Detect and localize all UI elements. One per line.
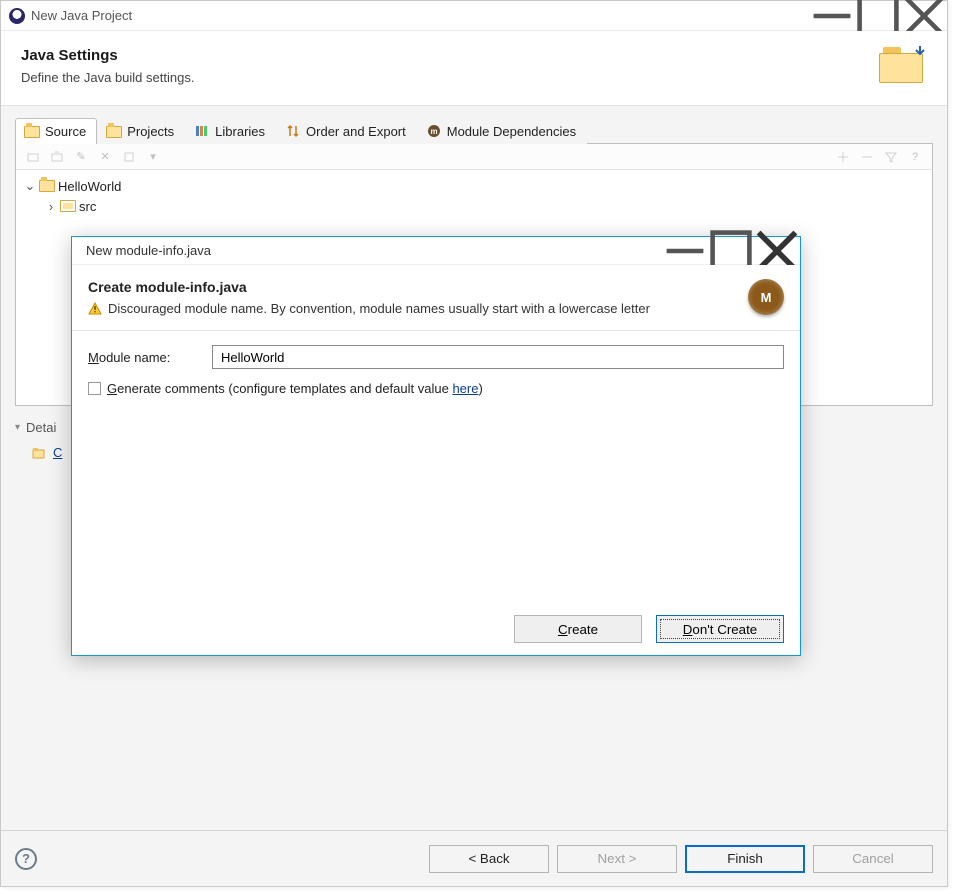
dialog-maximize-icon[interactable] [708, 236, 754, 266]
tree-src-label: src [79, 199, 96, 214]
libraries-icon [194, 123, 210, 139]
toolbar-output-icon[interactable] [118, 147, 140, 167]
toolbar-edit-icon[interactable]: ✎ [70, 147, 92, 167]
tab-source-label: Source [45, 124, 86, 139]
tab-projects-label: Projects [127, 124, 174, 139]
tab-libraries[interactable]: Libraries [185, 117, 276, 144]
tab-bar: Source Projects Libraries Order and Expo… [15, 116, 933, 144]
window-title: New Java Project [31, 8, 809, 23]
module-deps-icon: m [426, 123, 442, 139]
tab-module-label: Module Dependencies [447, 124, 576, 139]
wizard-header: Java Settings Define the Java build sett… [1, 31, 947, 106]
back-button[interactable]: < Back [429, 845, 549, 873]
help-icon[interactable]: ? [15, 848, 37, 870]
source-package-icon [60, 200, 76, 212]
dialog-button-bar: Create Don't Create [72, 603, 800, 655]
finish-button[interactable]: Finish [685, 845, 805, 873]
toolbar-new-source-folder-icon[interactable] [22, 147, 44, 167]
order-export-icon [285, 123, 301, 139]
wizard-heading: Java Settings [21, 47, 879, 64]
wizard-subheading: Define the Java build settings. [21, 70, 879, 85]
module-badge-icon: M [748, 279, 784, 315]
tab-module-dependencies[interactable]: m Module Dependencies [417, 117, 587, 144]
maximize-icon[interactable] [855, 1, 901, 31]
eclipse-icon [9, 8, 25, 24]
toolbar-help-icon[interactable]: ? [904, 147, 926, 167]
checkbox-icon[interactable] [88, 382, 101, 395]
dialog-titlebar: New module-info.java [72, 237, 800, 265]
toolbar-collapse-icon[interactable] [856, 147, 878, 167]
module-name-input[interactable] [212, 345, 784, 369]
details-link-1-text: C [53, 445, 62, 460]
dialog-title: New module-info.java [86, 243, 662, 258]
details-label: Detai [26, 420, 56, 435]
panel-toolbar: ✎ ✕ ▾ ? [16, 144, 932, 170]
dialog-body: MModule name:odule name: Generate commen… [72, 331, 800, 603]
generate-comments-row[interactable]: Generate comments (configure templates a… [88, 381, 784, 396]
tab-libraries-label: Libraries [215, 124, 265, 139]
wizard-button-bar: ? < Back Next > Finish Cancel [1, 830, 947, 886]
project-folder-icon [39, 180, 55, 192]
tree-project-row[interactable]: ⌄ HelloWorld [24, 176, 924, 196]
svg-text:m: m [430, 127, 437, 136]
toolbar-remove-icon[interactable]: ✕ [94, 147, 116, 167]
dialog-warning-text: Discouraged module name. By convention, … [108, 301, 650, 316]
close-icon[interactable] [901, 1, 947, 31]
toolbar-dropdown-icon[interactable]: ▾ [142, 147, 164, 167]
module-info-dialog: New module-info.java Create module-info.… [71, 236, 801, 656]
toolbar-filter-icon[interactable] [880, 147, 902, 167]
dialog-header: Create module-info.java Discouraged modu… [72, 265, 800, 331]
tab-source[interactable]: Source [15, 118, 97, 144]
create-button[interactable]: Create [514, 615, 642, 643]
wizard-banner-icon [879, 47, 927, 87]
dont-create-button[interactable]: Don't Create [656, 615, 784, 643]
details-chevron-icon: ▾ [15, 422, 20, 433]
source-folder-icon [24, 126, 40, 138]
projects-icon [106, 126, 122, 138]
toolbar-expand-icon[interactable] [832, 147, 854, 167]
tree-project-label: HelloWorld [58, 179, 121, 194]
tab-projects[interactable]: Projects [97, 118, 185, 144]
tab-order-export[interactable]: Order and Export [276, 117, 417, 144]
paren-close: ) [478, 381, 482, 396]
dialog-heading: Create module-info.java [88, 279, 748, 295]
configure-here-link[interactable]: here [452, 381, 478, 396]
dialog-close-icon[interactable] [754, 236, 800, 266]
tab-order-label: Order and Export [306, 124, 406, 139]
toolbar-link-source-icon[interactable] [46, 147, 68, 167]
cancel-button: Cancel [813, 845, 933, 873]
dialog-minimize-icon[interactable] [662, 236, 708, 266]
tree-src-row[interactable]: › src [24, 196, 924, 216]
module-name-label: MModule name:odule name: [88, 350, 198, 365]
chevron-right-icon[interactable]: › [45, 200, 57, 212]
create-folder-icon [31, 445, 47, 461]
minimize-icon[interactable] [809, 1, 855, 31]
chevron-down-icon[interactable]: ⌄ [24, 180, 36, 192]
next-button: Next > [557, 845, 677, 873]
warning-icon [88, 302, 102, 316]
source-tree: ⌄ HelloWorld › src [16, 170, 932, 222]
titlebar: New Java Project [1, 1, 947, 31]
